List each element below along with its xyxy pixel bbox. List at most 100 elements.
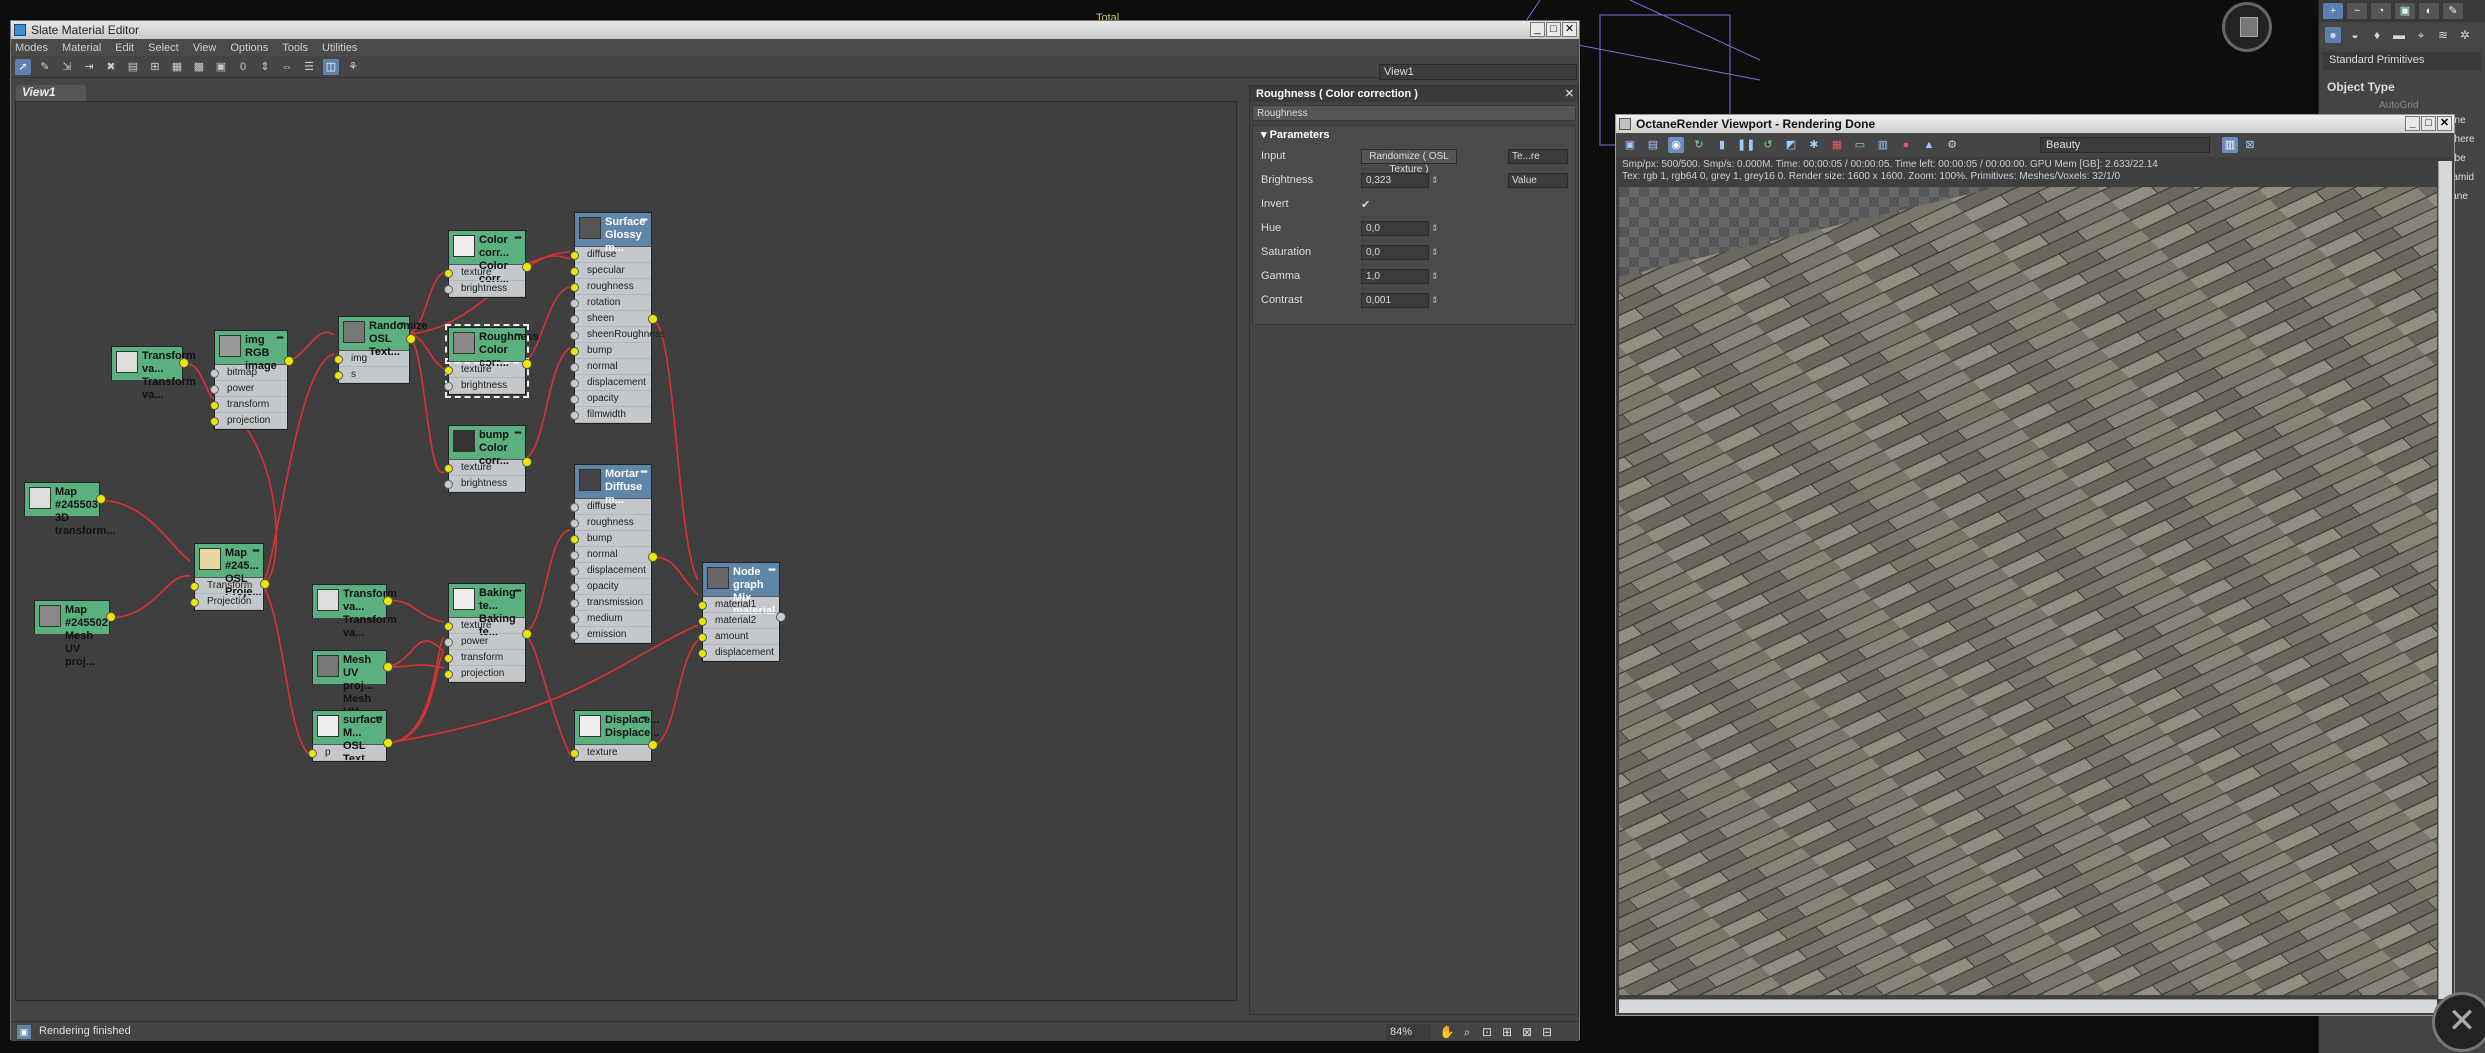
slot[interactable]: roughness: [570, 515, 651, 531]
slot[interactable]: rotation: [570, 295, 651, 311]
node-output-port[interactable]: [648, 552, 658, 562]
view-selector-dropdown[interactable]: View1: [1379, 64, 1577, 80]
render-pass-dropdown[interactable]: Beauty: [2040, 137, 2210, 153]
fullscreen-icon[interactable]: ⊠: [2242, 137, 2258, 153]
record-icon[interactable]: ●: [1898, 137, 1914, 153]
input-port[interactable]: [570, 599, 579, 608]
spinner-icon[interactable]: ⇕: [1431, 295, 1441, 306]
contrast-field[interactable]: 0,001: [1361, 292, 1429, 308]
node-header[interactable]: ━ Mortar Diffuse m...: [574, 464, 652, 506]
input-port[interactable]: [570, 615, 579, 624]
node-map-245503[interactable]: Map #245503 3D transform...: [24, 482, 116, 537]
menu-select[interactable]: Select: [148, 42, 179, 54]
slot[interactable]: transmission: [570, 595, 651, 611]
node-header[interactable]: Mesh UV proj... Mesh UV proj...: [312, 650, 387, 731]
node-header[interactable]: Map #245503 3D transform...: [24, 482, 116, 537]
node-surface-glossy[interactable]: ━ Surface Glossy m... diffuse specular r…: [570, 212, 665, 424]
input-port[interactable]: [570, 749, 579, 758]
hue-field[interactable]: 0,0: [1361, 220, 1429, 236]
material-map-browser-icon[interactable]: ◫: [323, 58, 339, 75]
input-port[interactable]: [698, 633, 707, 642]
minimize-button[interactable]: _: [1530, 22, 1545, 37]
film-region-icon[interactable]: ▦: [1829, 137, 1845, 153]
input-port[interactable]: [570, 503, 579, 512]
node-map-245502[interactable]: Map #245502 Mesh UV proj...: [34, 600, 116, 668]
zoom-region-icon[interactable]: ⊡: [1479, 1024, 1495, 1040]
input-mode-dropdown[interactable]: Te...re: [1508, 148, 1568, 164]
material-name-field[interactable]: Roughness: [1252, 105, 1576, 121]
primitive-type-dropdown[interactable]: Standard Primitives: [2323, 52, 2481, 70]
slot[interactable]: brightness: [444, 476, 525, 492]
spinner-icon[interactable]: ⇕: [1431, 247, 1441, 258]
node-header[interactable]: ━ Color corr... Color corr...: [448, 230, 526, 285]
spinner-icon[interactable]: ⇕: [1431, 271, 1441, 282]
slot[interactable]: Transform: [190, 578, 263, 594]
input-port[interactable]: [570, 395, 579, 404]
pick-material-icon[interactable]: ✎: [37, 59, 53, 75]
slot[interactable]: brightness: [444, 281, 525, 297]
slot[interactable]: bump: [570, 343, 651, 359]
viewcube[interactable]: [2222, 2, 2272, 52]
clipboard-icon[interactable]: ▤: [125, 59, 141, 75]
minimize-button[interactable]: _: [2405, 116, 2420, 131]
slot[interactable]: sheenRoughness: [570, 327, 665, 343]
gamma-field[interactable]: 1,0: [1361, 268, 1429, 284]
node-output-port[interactable]: [179, 358, 189, 368]
helpers-icon[interactable]: ⌖: [2413, 27, 2429, 43]
zoom-extents-selected-icon[interactable]: ⊠: [1519, 1024, 1535, 1040]
node-graph-mix-material[interactable]: ━ Node graph Mix material material1 mate…: [698, 562, 786, 662]
node-baking-texture[interactable]: ━ Baking te... Baking te... texture powe…: [444, 583, 532, 683]
saturation-field[interactable]: 0,0: [1361, 244, 1429, 260]
node-bump[interactable]: ━ bump Color corr... texture brightness: [444, 425, 532, 493]
input-port[interactable]: [698, 649, 707, 658]
hierarchy-tab[interactable]: ◔: [2371, 3, 2391, 19]
select-tool-icon[interactable]: ➚: [15, 58, 31, 75]
fit-view-icon[interactable]: ▥: [2222, 137, 2238, 153]
input-port[interactable]: [570, 567, 579, 576]
node-header[interactable]: ━ Randomize OSL Text...: [338, 316, 428, 358]
slot[interactable]: Projection: [190, 594, 263, 610]
input-port[interactable]: [570, 363, 579, 372]
slot[interactable]: amount: [698, 629, 779, 645]
input-port[interactable]: [444, 480, 453, 489]
node-header[interactable]: ━ Map #245... OSL Proje...: [194, 543, 264, 598]
viewcube-cube[interactable]: [2240, 17, 2258, 37]
node-output-port[interactable]: [106, 612, 116, 622]
node-header[interactable]: Transform va... Transform va...: [312, 584, 397, 639]
collapse-icon[interactable]: ━: [641, 712, 647, 725]
cameras-icon[interactable]: ▬: [2391, 27, 2407, 43]
input-port[interactable]: [570, 379, 579, 388]
node-view-canvas[interactable]: Transform va... Transform va... ━ img RG…: [15, 101, 1237, 1001]
node-img[interactable]: ━ img RGB image bitmap power transform p…: [210, 330, 294, 430]
node-output-port[interactable]: [522, 629, 532, 639]
slot[interactable]: projection: [444, 666, 525, 682]
color-picker-icon[interactable]: ✱: [1806, 137, 1822, 153]
node-output-port[interactable]: [96, 494, 106, 504]
node-output-port[interactable]: [260, 579, 270, 589]
node-output-port[interactable]: [522, 457, 532, 467]
input-port[interactable]: [570, 411, 579, 420]
node-output-port[interactable]: [522, 359, 532, 369]
motion-tab[interactable]: ▣: [2395, 3, 2415, 19]
slot[interactable]: material1: [698, 597, 779, 613]
input-port[interactable]: [570, 315, 579, 324]
slot[interactable]: bump: [570, 531, 651, 547]
node-transform-value-1[interactable]: Transform va... Transform va...: [111, 346, 196, 401]
input-port[interactable]: [334, 355, 343, 364]
zoom-extents-icon[interactable]: ⊞: [1499, 1024, 1515, 1040]
systems-icon[interactable]: ✲: [2457, 27, 2473, 43]
slot[interactable]: img: [334, 351, 409, 367]
node-header[interactable]: ━ Baking te... Baking te...: [448, 583, 526, 638]
node-color-correction[interactable]: ━ Color corr... Color corr... texture br…: [444, 230, 532, 298]
close-button[interactable]: ✕: [2437, 116, 2452, 131]
input-port[interactable]: [190, 582, 199, 591]
input-port[interactable]: [210, 385, 219, 394]
menu-material[interactable]: Material: [62, 42, 101, 54]
collapse-icon[interactable]: ━: [515, 232, 521, 245]
render-image[interactable]: [1619, 187, 2437, 995]
slot[interactable]: texture: [444, 362, 525, 378]
input-port[interactable]: [570, 583, 579, 592]
node-header[interactable]: Map #245502 Mesh UV proj...: [34, 600, 110, 668]
slot[interactable]: diffuse: [570, 247, 651, 263]
slate-title-bar[interactable]: Slate Material Editor _ □ ✕: [11, 21, 1579, 39]
